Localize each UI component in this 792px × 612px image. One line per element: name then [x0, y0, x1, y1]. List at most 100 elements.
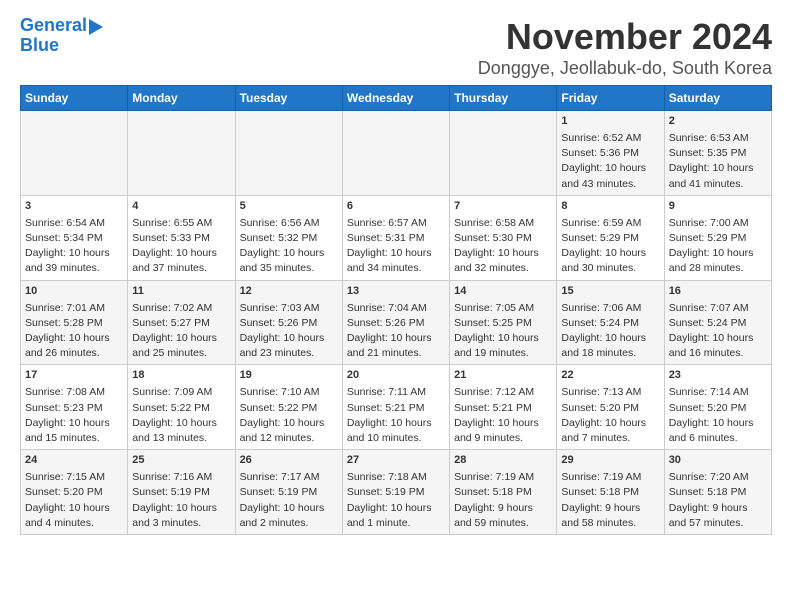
day-info-line: Sunset: 5:27 PM — [132, 316, 230, 331]
day-info-line: Sunrise: 7:19 AM — [454, 470, 552, 485]
day-number: 26 — [240, 453, 338, 469]
day-info-line: Sunrise: 6:58 AM — [454, 216, 552, 231]
day-number: 21 — [454, 368, 552, 384]
day-info-line: Daylight: 10 hours and 43 minutes. — [561, 161, 659, 191]
day-info-line: Sunrise: 6:59 AM — [561, 216, 659, 231]
calendar-cell: 8Sunrise: 6:59 AMSunset: 5:29 PMDaylight… — [557, 195, 664, 280]
day-number: 18 — [132, 368, 230, 384]
calendar-cell: 2Sunrise: 6:53 AMSunset: 5:35 PMDaylight… — [664, 111, 771, 196]
day-info-line: Sunset: 5:33 PM — [132, 231, 230, 246]
day-number: 2 — [669, 114, 767, 130]
calendar-cell: 6Sunrise: 6:57 AMSunset: 5:31 PMDaylight… — [342, 195, 449, 280]
day-number: 28 — [454, 453, 552, 469]
day-info-line: Sunrise: 7:00 AM — [669, 216, 767, 231]
location-subtitle: Donggye, Jeollabuk-do, South Korea — [478, 58, 772, 79]
day-info-line: Daylight: 10 hours and 34 minutes. — [347, 246, 445, 276]
calendar-week-row: 10Sunrise: 7:01 AMSunset: 5:28 PMDayligh… — [21, 280, 772, 365]
day-number: 4 — [132, 199, 230, 215]
calendar-cell: 30Sunrise: 7:20 AMSunset: 5:18 PMDayligh… — [664, 450, 771, 535]
day-info-line: Sunset: 5:19 PM — [240, 485, 338, 500]
calendar-cell: 29Sunrise: 7:19 AMSunset: 5:18 PMDayligh… — [557, 450, 664, 535]
day-info-line: Sunrise: 6:57 AM — [347, 216, 445, 231]
day-info-line: Sunrise: 6:56 AM — [240, 216, 338, 231]
calendar-cell: 26Sunrise: 7:17 AMSunset: 5:19 PMDayligh… — [235, 450, 342, 535]
calendar-cell: 27Sunrise: 7:18 AMSunset: 5:19 PMDayligh… — [342, 450, 449, 535]
day-info-line: Sunset: 5:23 PM — [25, 401, 123, 416]
day-info-line: Sunset: 5:21 PM — [347, 401, 445, 416]
day-info-line: Sunset: 5:18 PM — [561, 485, 659, 500]
weekday-header-sunday: Sunday — [21, 86, 128, 111]
day-number: 9 — [669, 199, 767, 215]
day-number: 23 — [669, 368, 767, 384]
day-info-line: Sunset: 5:34 PM — [25, 231, 123, 246]
day-info-line: Sunrise: 7:06 AM — [561, 301, 659, 316]
day-info-line: Sunrise: 7:03 AM — [240, 301, 338, 316]
day-info-line: Daylight: 10 hours and 37 minutes. — [132, 246, 230, 276]
logo-arrow-icon — [89, 19, 103, 35]
day-info-line: Sunrise: 7:07 AM — [669, 301, 767, 316]
day-number: 16 — [669, 284, 767, 300]
day-info-line: Daylight: 10 hours and 12 minutes. — [240, 416, 338, 446]
calendar-week-row: 1Sunrise: 6:52 AMSunset: 5:36 PMDaylight… — [21, 111, 772, 196]
day-info-line: Daylight: 10 hours and 19 minutes. — [454, 331, 552, 361]
logo-general: General — [20, 16, 87, 36]
calendar-cell: 1Sunrise: 6:52 AMSunset: 5:36 PMDaylight… — [557, 111, 664, 196]
day-info-line: Sunrise: 7:10 AM — [240, 385, 338, 400]
calendar-cell: 4Sunrise: 6:55 AMSunset: 5:33 PMDaylight… — [128, 195, 235, 280]
calendar-week-row: 24Sunrise: 7:15 AMSunset: 5:20 PMDayligh… — [21, 450, 772, 535]
day-info-line: Daylight: 9 hours and 58 minutes. — [561, 501, 659, 531]
day-number: 7 — [454, 199, 552, 215]
day-info-line: Daylight: 10 hours and 4 minutes. — [25, 501, 123, 531]
day-info-line: Sunset: 5:26 PM — [240, 316, 338, 331]
day-info-line: Sunrise: 7:16 AM — [132, 470, 230, 485]
day-info-line: Sunset: 5:22 PM — [240, 401, 338, 416]
day-number: 8 — [561, 199, 659, 215]
day-info-line: Sunset: 5:24 PM — [669, 316, 767, 331]
day-info-line: Sunrise: 7:02 AM — [132, 301, 230, 316]
logo-blue-text: Blue — [20, 36, 103, 56]
day-info-line: Sunset: 5:24 PM — [561, 316, 659, 331]
day-info-line: Daylight: 10 hours and 35 minutes. — [240, 246, 338, 276]
day-number: 27 — [347, 453, 445, 469]
day-info-line: Daylight: 10 hours and 3 minutes. — [132, 501, 230, 531]
day-info-line: Sunset: 5:18 PM — [454, 485, 552, 500]
day-info-line: Sunset: 5:36 PM — [561, 146, 659, 161]
day-info-line: Sunrise: 7:15 AM — [25, 470, 123, 485]
day-info-line: Daylight: 10 hours and 28 minutes. — [669, 246, 767, 276]
day-info-line: Sunset: 5:25 PM — [454, 316, 552, 331]
calendar-cell: 22Sunrise: 7:13 AMSunset: 5:20 PMDayligh… — [557, 365, 664, 450]
calendar-cell: 25Sunrise: 7:16 AMSunset: 5:19 PMDayligh… — [128, 450, 235, 535]
day-info-line: Sunrise: 6:53 AM — [669, 131, 767, 146]
day-info-line: Sunrise: 7:13 AM — [561, 385, 659, 400]
calendar-cell — [128, 111, 235, 196]
day-info-line: Sunset: 5:22 PM — [132, 401, 230, 416]
day-info-line: Daylight: 10 hours and 10 minutes. — [347, 416, 445, 446]
day-info-line: Sunrise: 6:54 AM — [25, 216, 123, 231]
day-info-line: Sunrise: 7:09 AM — [132, 385, 230, 400]
day-number: 11 — [132, 284, 230, 300]
calendar-cell: 10Sunrise: 7:01 AMSunset: 5:28 PMDayligh… — [21, 280, 128, 365]
calendar-cell: 7Sunrise: 6:58 AMSunset: 5:30 PMDaylight… — [450, 195, 557, 280]
day-info-line: Daylight: 10 hours and 15 minutes. — [25, 416, 123, 446]
calendar-cell: 16Sunrise: 7:07 AMSunset: 5:24 PMDayligh… — [664, 280, 771, 365]
calendar-cell — [235, 111, 342, 196]
calendar-cell: 24Sunrise: 7:15 AMSunset: 5:20 PMDayligh… — [21, 450, 128, 535]
calendar-body: 1Sunrise: 6:52 AMSunset: 5:36 PMDaylight… — [21, 111, 772, 535]
day-number: 19 — [240, 368, 338, 384]
day-info-line: Daylight: 9 hours and 57 minutes. — [669, 501, 767, 531]
calendar-cell — [342, 111, 449, 196]
day-info-line: Daylight: 10 hours and 41 minutes. — [669, 161, 767, 191]
day-info-line: Sunset: 5:30 PM — [454, 231, 552, 246]
day-info-line: Daylight: 10 hours and 2 minutes. — [240, 501, 338, 531]
day-info-line: Sunrise: 7:08 AM — [25, 385, 123, 400]
day-info-line: Daylight: 10 hours and 9 minutes. — [454, 416, 552, 446]
day-number: 22 — [561, 368, 659, 384]
calendar-cell: 12Sunrise: 7:03 AMSunset: 5:26 PMDayligh… — [235, 280, 342, 365]
day-number: 24 — [25, 453, 123, 469]
day-number: 17 — [25, 368, 123, 384]
day-info-line: Sunset: 5:29 PM — [669, 231, 767, 246]
calendar-cell: 17Sunrise: 7:08 AMSunset: 5:23 PMDayligh… — [21, 365, 128, 450]
day-info-line: Sunset: 5:29 PM — [561, 231, 659, 246]
day-info-line: Sunset: 5:18 PM — [669, 485, 767, 500]
day-info-line: Sunrise: 7:14 AM — [669, 385, 767, 400]
